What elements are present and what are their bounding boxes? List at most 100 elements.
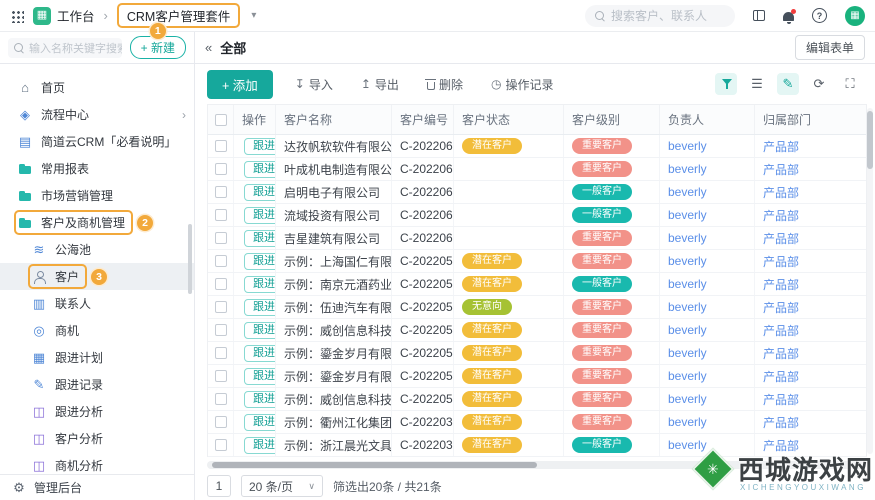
department-link[interactable]: 产品部: [763, 276, 799, 293]
row-checkbox[interactable]: [214, 278, 227, 290]
follow-up-button[interactable]: 跟进: [244, 229, 275, 247]
new-button[interactable]: + 新建 1: [129, 23, 186, 59]
follow-up-button[interactable]: 跟进: [244, 275, 275, 293]
owner-link[interactable]: beverly: [668, 392, 707, 406]
column-settings-button[interactable]: ☰: [746, 73, 768, 95]
export-button[interactable]: ↥ 导出: [355, 75, 405, 94]
sidebar-item-customer-analysis[interactable]: 客户分析: [0, 425, 194, 452]
import-button[interactable]: ↧ 导入: [289, 75, 339, 94]
follow-up-button[interactable]: 跟进: [244, 413, 275, 431]
sidebar-item-common-reports[interactable]: 常用报表: [0, 155, 194, 182]
department-link[interactable]: 产品部: [763, 299, 799, 316]
sidebar-item-follow-plan[interactable]: 跟进计划: [0, 344, 194, 371]
owner-link[interactable]: beverly: [668, 346, 707, 360]
edit-form-button[interactable]: 编辑表单: [794, 35, 865, 60]
row-checkbox[interactable]: [214, 301, 227, 313]
row-checkbox[interactable]: [214, 163, 227, 175]
delete-button[interactable]: 删除: [421, 75, 469, 94]
follow-up-button[interactable]: 跟进: [244, 298, 275, 316]
horizontal-scrollbar[interactable]: [207, 461, 865, 469]
owner-link[interactable]: beverly: [668, 231, 707, 245]
owner-link[interactable]: beverly: [668, 415, 707, 429]
department-link[interactable]: 产品部: [763, 345, 799, 362]
row-checkbox[interactable]: [214, 232, 227, 244]
row-checkbox[interactable]: [214, 255, 227, 267]
follow-up-button[interactable]: 跟进: [244, 390, 275, 408]
row-checkbox[interactable]: [214, 393, 227, 405]
owner-link[interactable]: beverly: [668, 185, 707, 199]
department-link[interactable]: 产品部: [763, 161, 799, 178]
follow-up-button[interactable]: 跟进: [244, 344, 275, 362]
row-checkbox[interactable]: [214, 416, 227, 428]
owner-link[interactable]: beverly: [668, 438, 707, 452]
department-link[interactable]: 产品部: [763, 138, 799, 155]
follow-up-button[interactable]: 跟进: [244, 252, 275, 270]
department-link[interactable]: 产品部: [763, 253, 799, 270]
owner-link[interactable]: beverly: [668, 300, 707, 314]
owner-link[interactable]: beverly: [668, 139, 707, 153]
follow-up-button[interactable]: 跟进: [244, 367, 275, 385]
row-checkbox[interactable]: [214, 140, 227, 152]
sidebar-item-follow-records[interactable]: 跟进记录: [0, 371, 194, 398]
follow-up-button[interactable]: 跟进: [244, 183, 275, 201]
sidebar-item-customers[interactable]: 客户 3: [0, 263, 194, 290]
operation-log-button[interactable]: ◷ 操作记录: [485, 75, 560, 94]
horizontal-scrollbar-thumb[interactable]: [212, 462, 537, 468]
refresh-button[interactable]: ⟳: [808, 73, 830, 95]
department-link[interactable]: 产品部: [763, 414, 799, 431]
department-link[interactable]: 产品部: [763, 184, 799, 201]
avatar[interactable]: ▦: [845, 5, 865, 26]
app-selector[interactable]: CRM客户管理套件: [116, 3, 241, 28]
row-checkbox[interactable]: [214, 186, 227, 198]
sidebar-item-follow-analysis[interactable]: 跟进分析: [0, 398, 194, 425]
department-link[interactable]: 产品部: [763, 368, 799, 385]
follow-up-button[interactable]: 跟进: [244, 137, 275, 155]
sidebar-footer-admin[interactable]: 管理后台: [0, 474, 194, 500]
department-link[interactable]: 产品部: [763, 230, 799, 247]
sidebar-item-marketing-mgmt[interactable]: 市场营销管理: [0, 182, 194, 209]
sidebar-item-contacts[interactable]: 联系人: [0, 290, 194, 317]
vertical-scrollbar[interactable]: [867, 108, 873, 454]
owner-link[interactable]: beverly: [668, 277, 707, 291]
page-size-select[interactable]: 20 条/页 ∨: [241, 475, 323, 497]
follow-up-button[interactable]: 跟进: [244, 321, 275, 339]
sidebar-item-jdy-crm-readme[interactable]: 简道云CRM「必看说明」: [0, 128, 194, 155]
global-search-input[interactable]: 搜索客户、联系人: [585, 4, 735, 27]
row-checkbox[interactable]: [214, 347, 227, 359]
owner-link[interactable]: beverly: [668, 162, 707, 176]
follow-up-button[interactable]: 跟进: [244, 206, 275, 224]
sidebar-item-opportunities[interactable]: 商机: [0, 317, 194, 344]
sidebar-item-customer-opportunity-mgmt[interactable]: 客户及商机管理 2: [0, 209, 194, 236]
row-checkbox[interactable]: [214, 370, 227, 382]
department-link[interactable]: 产品部: [763, 207, 799, 224]
sidebar-item-process-center[interactable]: 流程中心 ›: [0, 101, 194, 128]
vertical-scrollbar-thumb[interactable]: [867, 111, 873, 169]
row-checkbox[interactable]: [214, 209, 227, 221]
department-link[interactable]: 产品部: [763, 322, 799, 339]
add-button[interactable]: + 添加: [207, 69, 273, 99]
owner-link[interactable]: beverly: [668, 323, 707, 337]
sidebar-item-home[interactable]: 首页: [0, 74, 194, 101]
owner-link[interactable]: beverly: [668, 254, 707, 268]
row-checkbox[interactable]: [214, 324, 227, 336]
apps-grid-icon[interactable]: [10, 8, 24, 23]
collapse-sidebar-icon[interactable]: «: [205, 40, 212, 55]
department-link[interactable]: 产品部: [763, 391, 799, 408]
fullscreen-button[interactable]: ⛶: [839, 73, 861, 95]
sidebar-search-input[interactable]: 输入名称关键字搜索: [8, 37, 122, 58]
current-page-box[interactable]: 1: [207, 475, 231, 497]
workspace-chip[interactable]: ▦ 工作台: [33, 6, 95, 25]
sidebar-item-public-pool[interactable]: 公海池: [0, 236, 194, 263]
owner-link[interactable]: beverly: [668, 369, 707, 383]
notification-bell-icon[interactable]: [783, 8, 796, 24]
help-icon[interactable]: ?: [812, 8, 827, 23]
follow-up-button[interactable]: 跟进: [244, 436, 275, 454]
follow-up-button[interactable]: 跟进: [244, 160, 275, 178]
filter-button[interactable]: [715, 73, 737, 95]
owner-link[interactable]: beverly: [668, 208, 707, 222]
address-book-icon[interactable]: [753, 10, 765, 21]
chevron-down-icon[interactable]: ▾: [251, 10, 256, 21]
row-checkbox[interactable]: [214, 439, 227, 451]
form-view-button[interactable]: ✎: [777, 73, 799, 95]
select-all-checkbox[interactable]: [214, 113, 227, 126]
